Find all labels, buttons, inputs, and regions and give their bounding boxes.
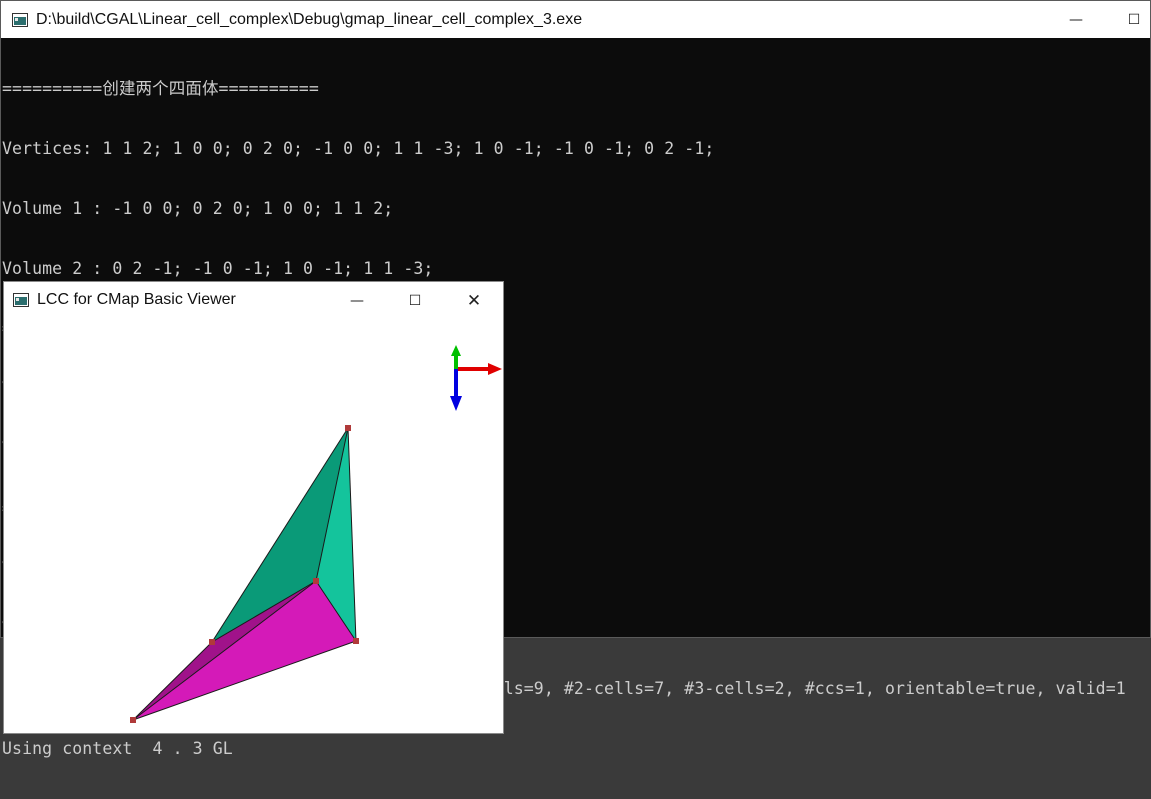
vertex-point	[130, 717, 136, 723]
viewer-3d-canvas[interactable]	[4, 318, 503, 734]
console-minimize-button[interactable]: —	[1051, 1, 1101, 38]
console-maximize-button[interactable]: ☐	[1109, 1, 1151, 38]
viewer-close-button[interactable]: ✕	[449, 282, 499, 319]
console-line: Vertices: 1 1 2; 1 0 0; 0 2 0; -1 0 0; 1…	[2, 139, 715, 158]
z-axis-arrowhead	[450, 396, 462, 411]
viewer-titlebar[interactable]: LCC for CMap Basic Viewer — ☐ ✕	[4, 282, 503, 318]
vertex-point	[313, 578, 319, 584]
viewer-window-title: LCC for CMap Basic Viewer	[37, 291, 236, 308]
y-axis-arrowhead	[451, 345, 461, 356]
x-axis-arrowhead	[488, 363, 502, 375]
viewer-window: LCC for CMap Basic Viewer — ☐ ✕	[3, 281, 504, 734]
console-line: Volume 1 : -1 0 0; 0 2 0; 1 0 0; 1 1 2;	[2, 199, 394, 218]
viewer-minimize-button[interactable]: —	[332, 282, 382, 319]
console-line: Volume 2 : 0 2 -1; -1 0 -1; 1 0 -1; 1 1 …	[2, 259, 434, 278]
console-titlebar[interactable]: D:\build\CGAL\Linear_cell_complex\Debug\…	[1, 1, 1150, 38]
console-app-icon	[12, 12, 28, 27]
console-window-title: D:\build\CGAL\Linear_cell_complex\Debug\…	[36, 10, 583, 28]
vertex-point	[353, 638, 359, 644]
viewer-app-icon	[13, 293, 29, 307]
console-line: Using context 4 . 3 GL	[2, 739, 233, 758]
vertex-point	[345, 425, 351, 431]
console-line: ==========创建两个四面体==========	[2, 79, 319, 98]
vertex-point	[209, 639, 215, 645]
viewer-maximize-button[interactable]: ☐	[390, 282, 440, 319]
axis-gizmo	[450, 345, 502, 411]
